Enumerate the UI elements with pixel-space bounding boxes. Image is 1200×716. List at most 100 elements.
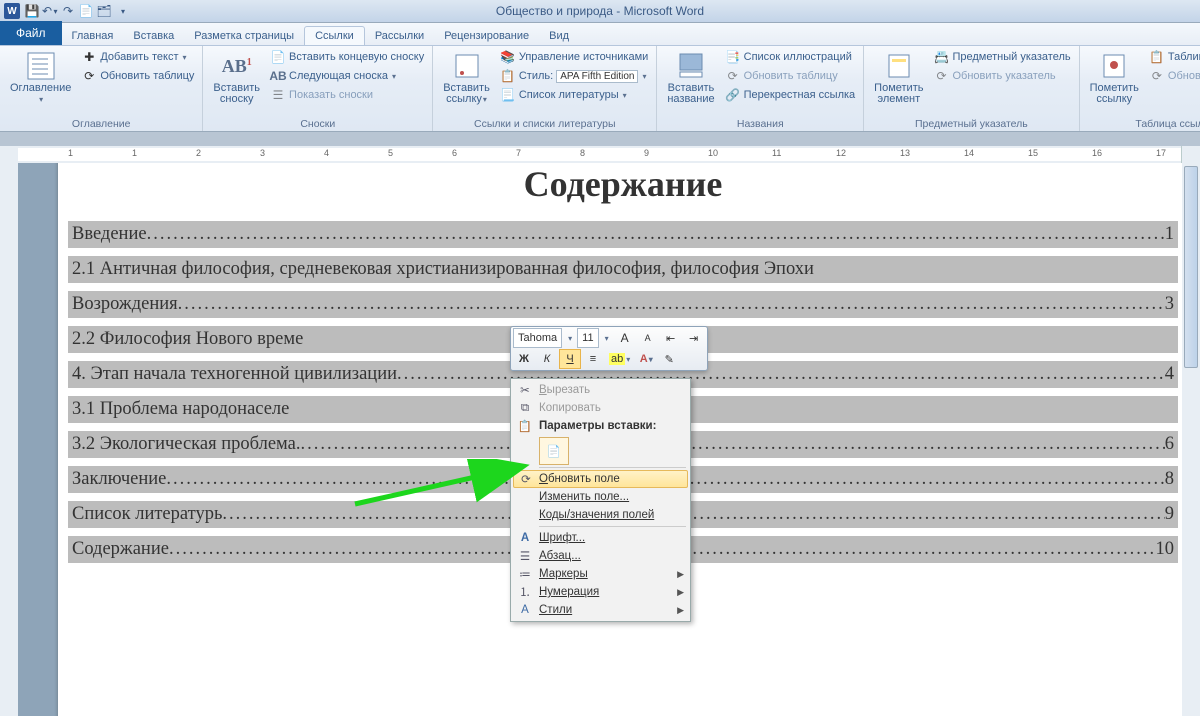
btn-insert-citation[interactable]: Вставить ссылку▾ (439, 48, 494, 107)
tab-home[interactable]: Главная (62, 27, 124, 45)
mini-shrinkfont[interactable]: A (637, 328, 659, 348)
ctx-paste-options-label: 📋Параметры вставки: (513, 417, 688, 435)
toc-leader: ........................................… (300, 434, 1164, 455)
btn-show-notes[interactable]: ☰Показать сноски (268, 86, 426, 104)
update-icon: ⟳ (1149, 68, 1165, 84)
toc-row[interactable]: Введение................................… (68, 221, 1178, 248)
update-icon: ⟳ (933, 68, 949, 84)
ctx-paste-option[interactable]: 📄 (539, 437, 569, 465)
toc-entry-text: Содержание (72, 539, 169, 560)
qat-more[interactable]: ▾ (115, 3, 131, 19)
ctx-update-field[interactable]: ⟳Обновить поле (513, 470, 688, 488)
endnote-icon: 📄 (270, 49, 286, 65)
btn-next-footnote[interactable]: ABСледующая сноска▾ (268, 67, 426, 85)
toc-entry-text: Список литературь (72, 504, 222, 525)
btn-bibliography[interactable]: 📃Список литературы▾ (498, 86, 650, 104)
tab-mailings[interactable]: Рассылки (365, 27, 434, 45)
btn-mark-entry[interactable]: Пометить элемент (870, 48, 927, 107)
toc-entry-text: 3.1 Проблема народонаселе (72, 399, 289, 420)
mini-growfont[interactable]: A (614, 328, 636, 348)
sources-icon: 📚 (500, 49, 516, 65)
mini-highlight[interactable]: ab▾ (605, 349, 634, 369)
mini-size[interactable]: 11 (577, 328, 598, 348)
style-icon: 📋 (500, 68, 516, 84)
ruler-vertical[interactable] (0, 146, 19, 716)
styles-icon: A (517, 602, 533, 618)
btn-crossref[interactable]: 🔗Перекрестная ссылка (723, 86, 858, 104)
ribbon-tabs: Файл Главная Вставка Разметка страницы С… (0, 23, 1200, 46)
tab-review[interactable]: Рецензирование (434, 27, 539, 45)
ctx-separator (539, 467, 686, 468)
ruler-horizontal[interactable]: 11234567891011121314151617 (18, 146, 1200, 164)
btn-update-toa[interactable]: ⟳Обновить таблицу (1147, 67, 1200, 85)
footnote-icon: AB1 (221, 50, 253, 82)
window-title: Общество и природа - Microsoft Word (496, 4, 704, 18)
ctx-paragraph[interactable]: ☰Абзац... (513, 547, 688, 565)
scrollbar-vertical[interactable] (1181, 146, 1200, 716)
toc-page: 9 (1165, 504, 1174, 525)
mark-entry-icon (883, 50, 915, 82)
btn-toc[interactable]: Оглавление▾ (6, 48, 75, 107)
font-icon: A (517, 530, 533, 546)
mini-underline[interactable]: Ч (559, 349, 581, 369)
btn-update-figlist[interactable]: ⟳Обновить таблицу (723, 67, 858, 85)
save-icon[interactable]: 💾 (24, 3, 40, 19)
btn-endnote[interactable]: 📄Вставить концевую сноску (268, 48, 426, 66)
mini-italic[interactable]: К (536, 349, 558, 369)
tab-references[interactable]: Ссылки (304, 26, 365, 45)
tab-file[interactable]: Файл (0, 21, 62, 45)
btn-manage-sources[interactable]: 📚Управление источниками (498, 48, 650, 66)
mini-indent-inc[interactable]: ⇥ (683, 328, 705, 348)
mini-indent-dec[interactable]: ⇤ (660, 328, 682, 348)
tab-insert[interactable]: Вставка (123, 27, 184, 45)
ctx-separator (539, 526, 686, 527)
group-captions: Вставить название 📑Список иллюстраций ⟳О… (657, 46, 864, 131)
mini-formatpainter[interactable]: ✎ (658, 349, 680, 369)
toc-page: 4 (1165, 364, 1174, 385)
btn-style[interactable]: 📋Стиль:APA Fifth Edition▾ (498, 67, 650, 85)
qat-icon2[interactable]: 🗂 (96, 3, 112, 19)
submenu-arrow-icon: ▶ (677, 587, 684, 598)
mark-citation-icon (1098, 50, 1130, 82)
toc-entry-text: 4. Этап начала техногенной цивилизации (72, 364, 397, 385)
redo-icon[interactable]: ↷ (60, 3, 76, 19)
ctx-cut[interactable]: ✂Вырезать (513, 381, 688, 399)
btn-insert-footnote[interactable]: AB1 Вставить сноску (209, 48, 264, 107)
submenu-arrow-icon: ▶ (677, 605, 684, 616)
ctx-bullets[interactable]: ≔Маркеры▶ (513, 565, 688, 583)
btn-add-text[interactable]: ✚Добавить текст▾ (79, 48, 196, 66)
crossref-icon: 🔗 (725, 87, 741, 103)
tab-view[interactable]: Вид (539, 27, 579, 45)
toc-entry-text: 3.2 Экологическая проблема. (72, 434, 300, 455)
toc-leader: ........................................… (178, 294, 1165, 315)
btn-insert-caption[interactable]: Вставить название (663, 48, 718, 107)
toc-row[interactable]: 2.1 Античная философия, средневековая хр… (68, 256, 1178, 283)
caption-icon (675, 50, 707, 82)
btn-update-index[interactable]: ⟳Обновить указатель (931, 67, 1072, 85)
ctx-font[interactable]: AШрифт... (513, 529, 688, 547)
tab-layout[interactable]: Разметка страницы (184, 27, 304, 45)
btn-insert-index[interactable]: 📇Предметный указатель (931, 48, 1072, 66)
ctx-edit-field[interactable]: Изменить поле... (513, 488, 688, 506)
ctx-styles[interactable]: AСтили▶ (513, 601, 688, 619)
doc-title[interactable]: Содержание (58, 163, 1182, 205)
mini-center[interactable]: ≡ (582, 349, 604, 369)
qat-icon[interactable]: 📄 (78, 3, 94, 19)
cut-icon: ✂ (517, 382, 533, 398)
btn-insert-toa[interactable]: 📋Таблица ссылок (1147, 48, 1200, 66)
undo-icon[interactable]: ↶▾ (42, 3, 58, 19)
ctx-copy[interactable]: ⧉Копировать (513, 399, 688, 417)
btn-fig-list[interactable]: 📑Список иллюстраций (723, 48, 858, 66)
toc-row[interactable]: Возрождения.............................… (68, 291, 1178, 318)
mini-fontcolor[interactable]: A▾ (635, 349, 657, 369)
ctx-numbering[interactable]: ⒈Нумерация▶ (513, 583, 688, 601)
title-bar: W 💾 ↶▾ ↷ 📄 🗂 ▾ Общество и природа - Micr… (0, 0, 1200, 23)
btn-update-toc[interactable]: ⟳Обновить таблицу (79, 67, 196, 85)
mini-font[interactable]: Tahoma (513, 328, 562, 348)
toc-page: 3 (1165, 294, 1174, 315)
scrollbar-thumb[interactable] (1184, 166, 1198, 368)
ctx-field-codes[interactable]: Коды/значения полей (513, 506, 688, 524)
btn-mark-citation[interactable]: Пометить ссылку (1086, 48, 1143, 107)
copy-icon: ⧉ (517, 400, 533, 416)
mini-bold[interactable]: Ж (513, 349, 535, 369)
